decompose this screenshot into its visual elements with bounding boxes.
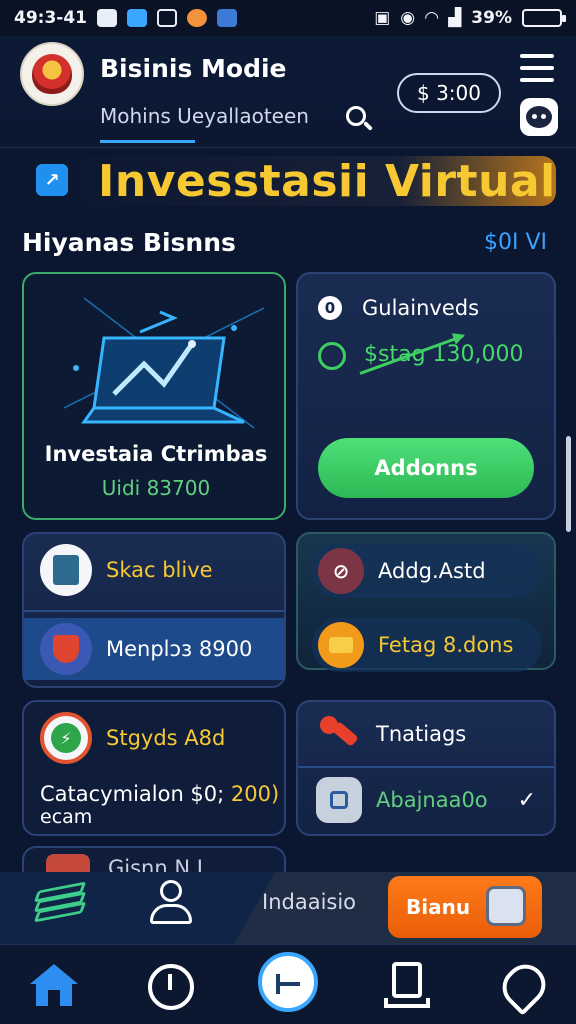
status-time: 49:3-41 bbox=[14, 8, 87, 28]
message-icon bbox=[127, 9, 147, 27]
list-item-label: Addg.Astd bbox=[378, 559, 486, 583]
user-icon[interactable] bbox=[148, 880, 196, 928]
tools-sub-label: Abajnaa0o bbox=[376, 788, 488, 812]
stats-caption: ecam bbox=[40, 806, 93, 828]
battery-percent: 39% bbox=[471, 8, 512, 28]
featured-card-title: Investaia Ctrimbas bbox=[44, 442, 268, 466]
timer-icon[interactable] bbox=[146, 960, 198, 1012]
section-title: Hiyanas Bisnns bbox=[22, 228, 236, 257]
list-item-label: Menplɔɜ 8900 bbox=[106, 637, 253, 661]
stats-label: Stgyds A8d bbox=[106, 726, 226, 750]
wallet-icon bbox=[318, 622, 364, 668]
left-options-card: Skac blive Menplɔɜ 8900 bbox=[22, 532, 286, 688]
vibrate-icon: ▣ bbox=[374, 8, 391, 28]
featured-investment-card[interactable]: Investaia Ctrimbas Uidi 83700 bbox=[22, 272, 286, 520]
calculator-card: 0 Gulainveds $stag 130,000 Addonns bbox=[296, 272, 556, 520]
camera-icon bbox=[316, 777, 362, 823]
laptop-chart-icon bbox=[64, 298, 264, 438]
coin-icon bbox=[318, 342, 346, 370]
list-item: ⚡ Stgyds A8d bbox=[24, 712, 284, 764]
divider bbox=[24, 610, 284, 612]
divider bbox=[298, 766, 554, 768]
list-item[interactable]: Menplɔɜ 8900 bbox=[24, 618, 284, 680]
cta-label: Bianu bbox=[406, 895, 471, 919]
list-item-label: Fetag 8.dons bbox=[378, 633, 514, 657]
chart-icon: ↗ bbox=[36, 164, 68, 196]
instagram-icon bbox=[157, 9, 177, 27]
pin-icon bbox=[316, 712, 360, 756]
section-link[interactable]: $0I VI bbox=[484, 230, 547, 255]
center-action-icon[interactable] bbox=[258, 952, 318, 1012]
cat-icon bbox=[187, 9, 207, 27]
list-item[interactable]: Skac blive bbox=[24, 544, 284, 596]
search-icon[interactable] bbox=[344, 104, 374, 134]
menu-icon[interactable] bbox=[520, 54, 554, 82]
featured-card-amount: Uidi 83700 bbox=[101, 476, 211, 500]
scrollbar[interactable] bbox=[566, 436, 571, 532]
banner-title: Invesstasii Virtual bbox=[98, 156, 556, 207]
alarm-icon: ◉ bbox=[400, 8, 416, 28]
lightning-icon: ⚡ bbox=[40, 712, 92, 764]
stats-text: Catacymialon $0; bbox=[40, 782, 225, 806]
wifi-icon: ◠ bbox=[425, 8, 439, 28]
tools-label: Tnatiags bbox=[376, 722, 467, 746]
stats-highlight: 200) bbox=[230, 782, 280, 806]
right-options-card: ⊘ Addg.Astd Fetag 8.dons bbox=[296, 532, 556, 672]
list-item[interactable]: Abajnaa0o ✓ bbox=[298, 774, 554, 826]
battery-icon bbox=[522, 9, 566, 27]
calculator-title: Gulainveds bbox=[362, 296, 480, 320]
layers-icon[interactable] bbox=[33, 881, 87, 923]
app-title: Bisinis Modie bbox=[100, 54, 287, 83]
balance-pill[interactable]: $ 3:00 bbox=[397, 73, 501, 113]
subnav-active-indicator bbox=[100, 140, 195, 143]
tools-card: Tnatiags Abajnaa0o ✓ bbox=[296, 700, 556, 836]
heart-icon[interactable] bbox=[494, 956, 554, 1016]
info-icon: 0 bbox=[318, 296, 342, 320]
add-button[interactable]: Addonns bbox=[318, 438, 534, 498]
tag-icon: ⊘ bbox=[318, 548, 364, 594]
home-icon[interactable] bbox=[28, 960, 80, 1012]
shield-icon bbox=[40, 623, 92, 675]
cart-icon[interactable] bbox=[486, 886, 526, 926]
list-item[interactable]: Fetag 8.dons bbox=[312, 618, 542, 672]
stats-value: Catacymialon $0; 200) bbox=[40, 782, 279, 806]
list-item[interactable]: Tnatiags bbox=[298, 712, 554, 756]
status-bar: 49:3-41 ▣ ◉ ◠ ▟ 39% bbox=[0, 0, 576, 36]
list-item-label: Skac blive bbox=[106, 558, 213, 582]
signal-icon: ▟ bbox=[448, 8, 462, 28]
subnav-tab[interactable]: Mohins Ueyallaoteen bbox=[100, 104, 309, 128]
list-item[interactable]: ⊘ Addg.Astd bbox=[312, 544, 542, 598]
profile-icon[interactable] bbox=[520, 98, 558, 136]
app-icon bbox=[217, 9, 237, 27]
document-icon[interactable] bbox=[384, 960, 436, 1012]
gallery-icon bbox=[97, 9, 117, 27]
stats-card[interactable]: ⚡ Stgyds A8d Catacymialon $0; 200) ecam bbox=[22, 700, 286, 836]
check-icon: ✓ bbox=[517, 787, 536, 813]
garuda-logo bbox=[20, 42, 84, 106]
app-header: Bisinis Modie Mohins Ueyallaoteen $ 3:00 bbox=[0, 36, 576, 148]
store-icon bbox=[40, 544, 92, 596]
action-bar-label: Indaaisio bbox=[262, 890, 357, 914]
